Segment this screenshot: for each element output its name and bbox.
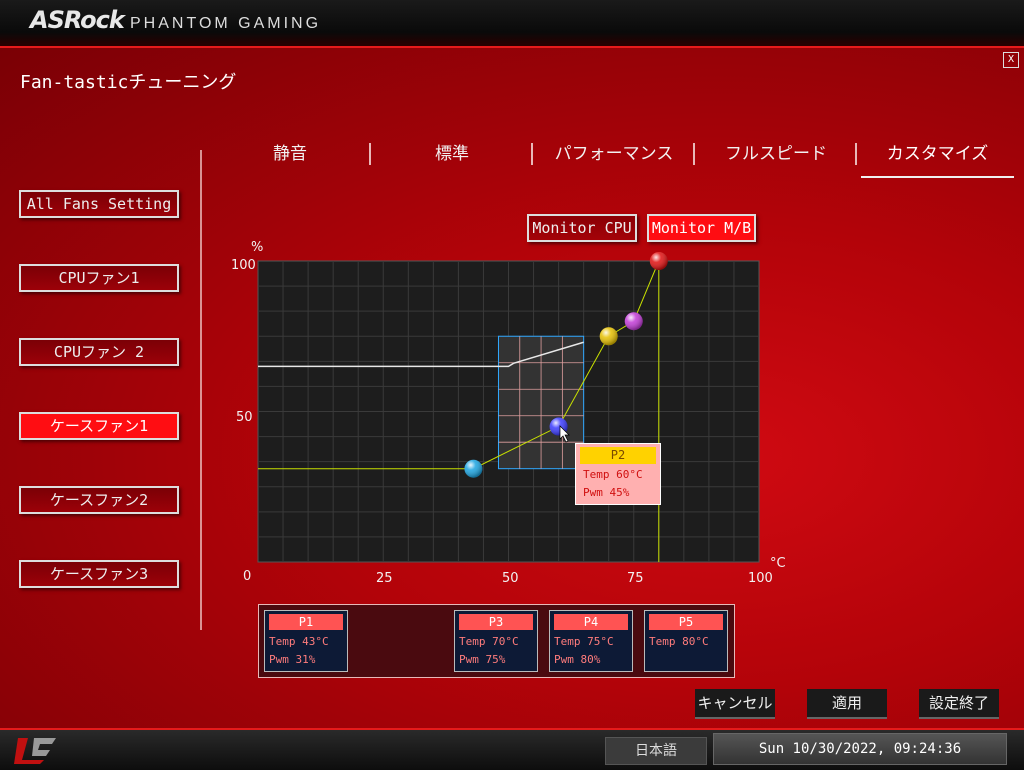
- point-box-pwm: Pwm 80%: [554, 653, 601, 666]
- curve-point-highlight: [624, 312, 643, 331]
- x-axis-unit: °C: [770, 556, 786, 571]
- tab-separator: [369, 143, 371, 165]
- page-title: Fan-tasticチューニング: [20, 72, 237, 93]
- language-button[interactable]: 日本語: [605, 737, 707, 765]
- point-box-p5[interactable]: P5 Temp 80°C: [644, 610, 728, 672]
- top-header: ASRock PHANTOM GAMING: [0, 0, 1024, 48]
- fan-button-case1[interactable]: ケースファン1: [19, 412, 179, 440]
- point-box-temp: Temp 70°C: [459, 635, 519, 648]
- phantom-gaming-emblem-icon: [14, 738, 56, 764]
- selection-grid-box: [497, 335, 585, 470]
- point-box-pwm: Pwm 31%: [269, 653, 316, 666]
- point-box-title: P3: [459, 614, 533, 630]
- tab-separator: [855, 143, 857, 165]
- point-box-temp: Temp 43°C: [269, 635, 329, 648]
- fan-curve-chart[interactable]: [250, 250, 770, 570]
- point-tooltip: P2 Temp 60°C Pwm 45%: [575, 443, 661, 505]
- curve-point-highlight: [464, 459, 483, 478]
- tab-performance[interactable]: パフォーマンス: [534, 140, 694, 176]
- phantom-gaming-logo: PHANTOM GAMING: [130, 15, 322, 32]
- fan-button-cpu2[interactable]: CPUファン 2: [19, 338, 179, 366]
- tooltip-title: P2: [580, 447, 656, 464]
- point-box-temp: Temp 75°C: [554, 635, 614, 648]
- finish-settings-button[interactable]: 設定終了: [919, 689, 999, 719]
- fan-button-case3[interactable]: ケースファン3: [19, 560, 179, 588]
- point-box-pwm: Pwm 75%: [459, 653, 506, 666]
- tab-customize[interactable]: カスタマイズ: [861, 140, 1014, 178]
- x-tick-25: 25: [376, 571, 393, 586]
- x-tick-100: 100: [748, 571, 773, 586]
- point-box-p3[interactable]: P3 Temp 70°C Pwm 75%: [454, 610, 538, 672]
- curve-point-highlight: [649, 252, 668, 270]
- point-box-temp: Temp 80°C: [649, 635, 709, 648]
- point-box-title: P1: [269, 614, 343, 630]
- tab-standard[interactable]: 標準: [372, 140, 532, 176]
- apply-button[interactable]: 適用: [807, 689, 887, 719]
- tab-separator: [531, 143, 533, 165]
- tooltip-pwm: Pwm 45%: [583, 486, 630, 499]
- left-divider: [200, 150, 202, 630]
- datetime-display: Sun 10/30/2022, 09:24:36: [713, 733, 1007, 765]
- tab-full-speed[interactable]: フルスピード: [696, 140, 856, 176]
- curve-point-highlight: [599, 327, 618, 346]
- fan-button-cpu1[interactable]: CPUファン1: [19, 264, 179, 292]
- point-box-p4[interactable]: P4 Temp 75°C Pwm 80%: [549, 610, 633, 672]
- point-box-p1[interactable]: P1 Temp 43°C Pwm 31%: [264, 610, 348, 672]
- point-info-panel: P1 Temp 43°C Pwm 31% P3 Temp 70°C Pwm 75…: [258, 604, 735, 678]
- close-button[interactable]: X: [1003, 52, 1019, 68]
- point-box-title: P5: [649, 614, 723, 630]
- point-box-title: P4: [554, 614, 628, 630]
- x-tick-75: 75: [627, 571, 644, 586]
- tab-separator: [693, 143, 695, 165]
- x-tick-0: 0: [243, 569, 252, 584]
- monitor-mb-button[interactable]: Monitor M/B: [647, 214, 756, 242]
- tooltip-temp: Temp 60°C: [583, 468, 643, 481]
- fan-button-all[interactable]: All Fans Setting: [19, 190, 179, 218]
- fan-button-case2[interactable]: ケースファン2: [19, 486, 179, 514]
- asrock-logo: ASRock: [30, 6, 125, 34]
- monitor-cpu-button[interactable]: Monitor CPU: [527, 214, 637, 242]
- tab-silent[interactable]: 静音: [210, 140, 370, 176]
- x-tick-50: 50: [502, 571, 519, 586]
- cancel-button[interactable]: キャンセル: [695, 689, 775, 719]
